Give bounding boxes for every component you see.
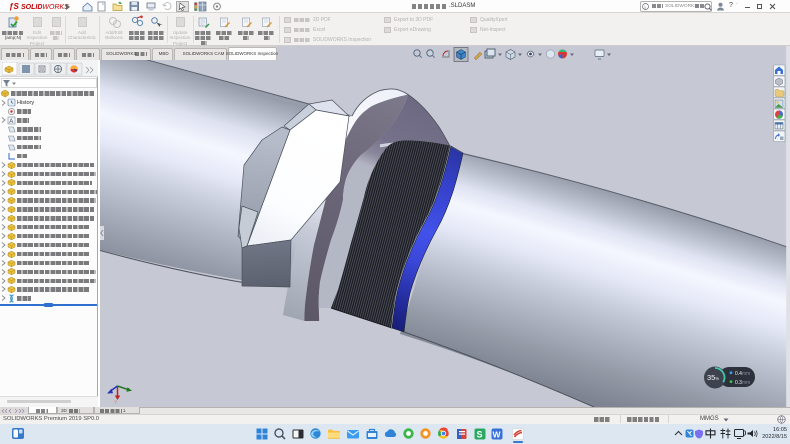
svg-text:0.4mm: 0.4mm bbox=[735, 371, 750, 377]
svg-text:W: W bbox=[493, 430, 502, 440]
svg-text:S: S bbox=[477, 430, 483, 440]
svg-text:i: i bbox=[644, 5, 646, 11]
svg-text:0.3mm: 0.3mm bbox=[735, 380, 750, 386]
